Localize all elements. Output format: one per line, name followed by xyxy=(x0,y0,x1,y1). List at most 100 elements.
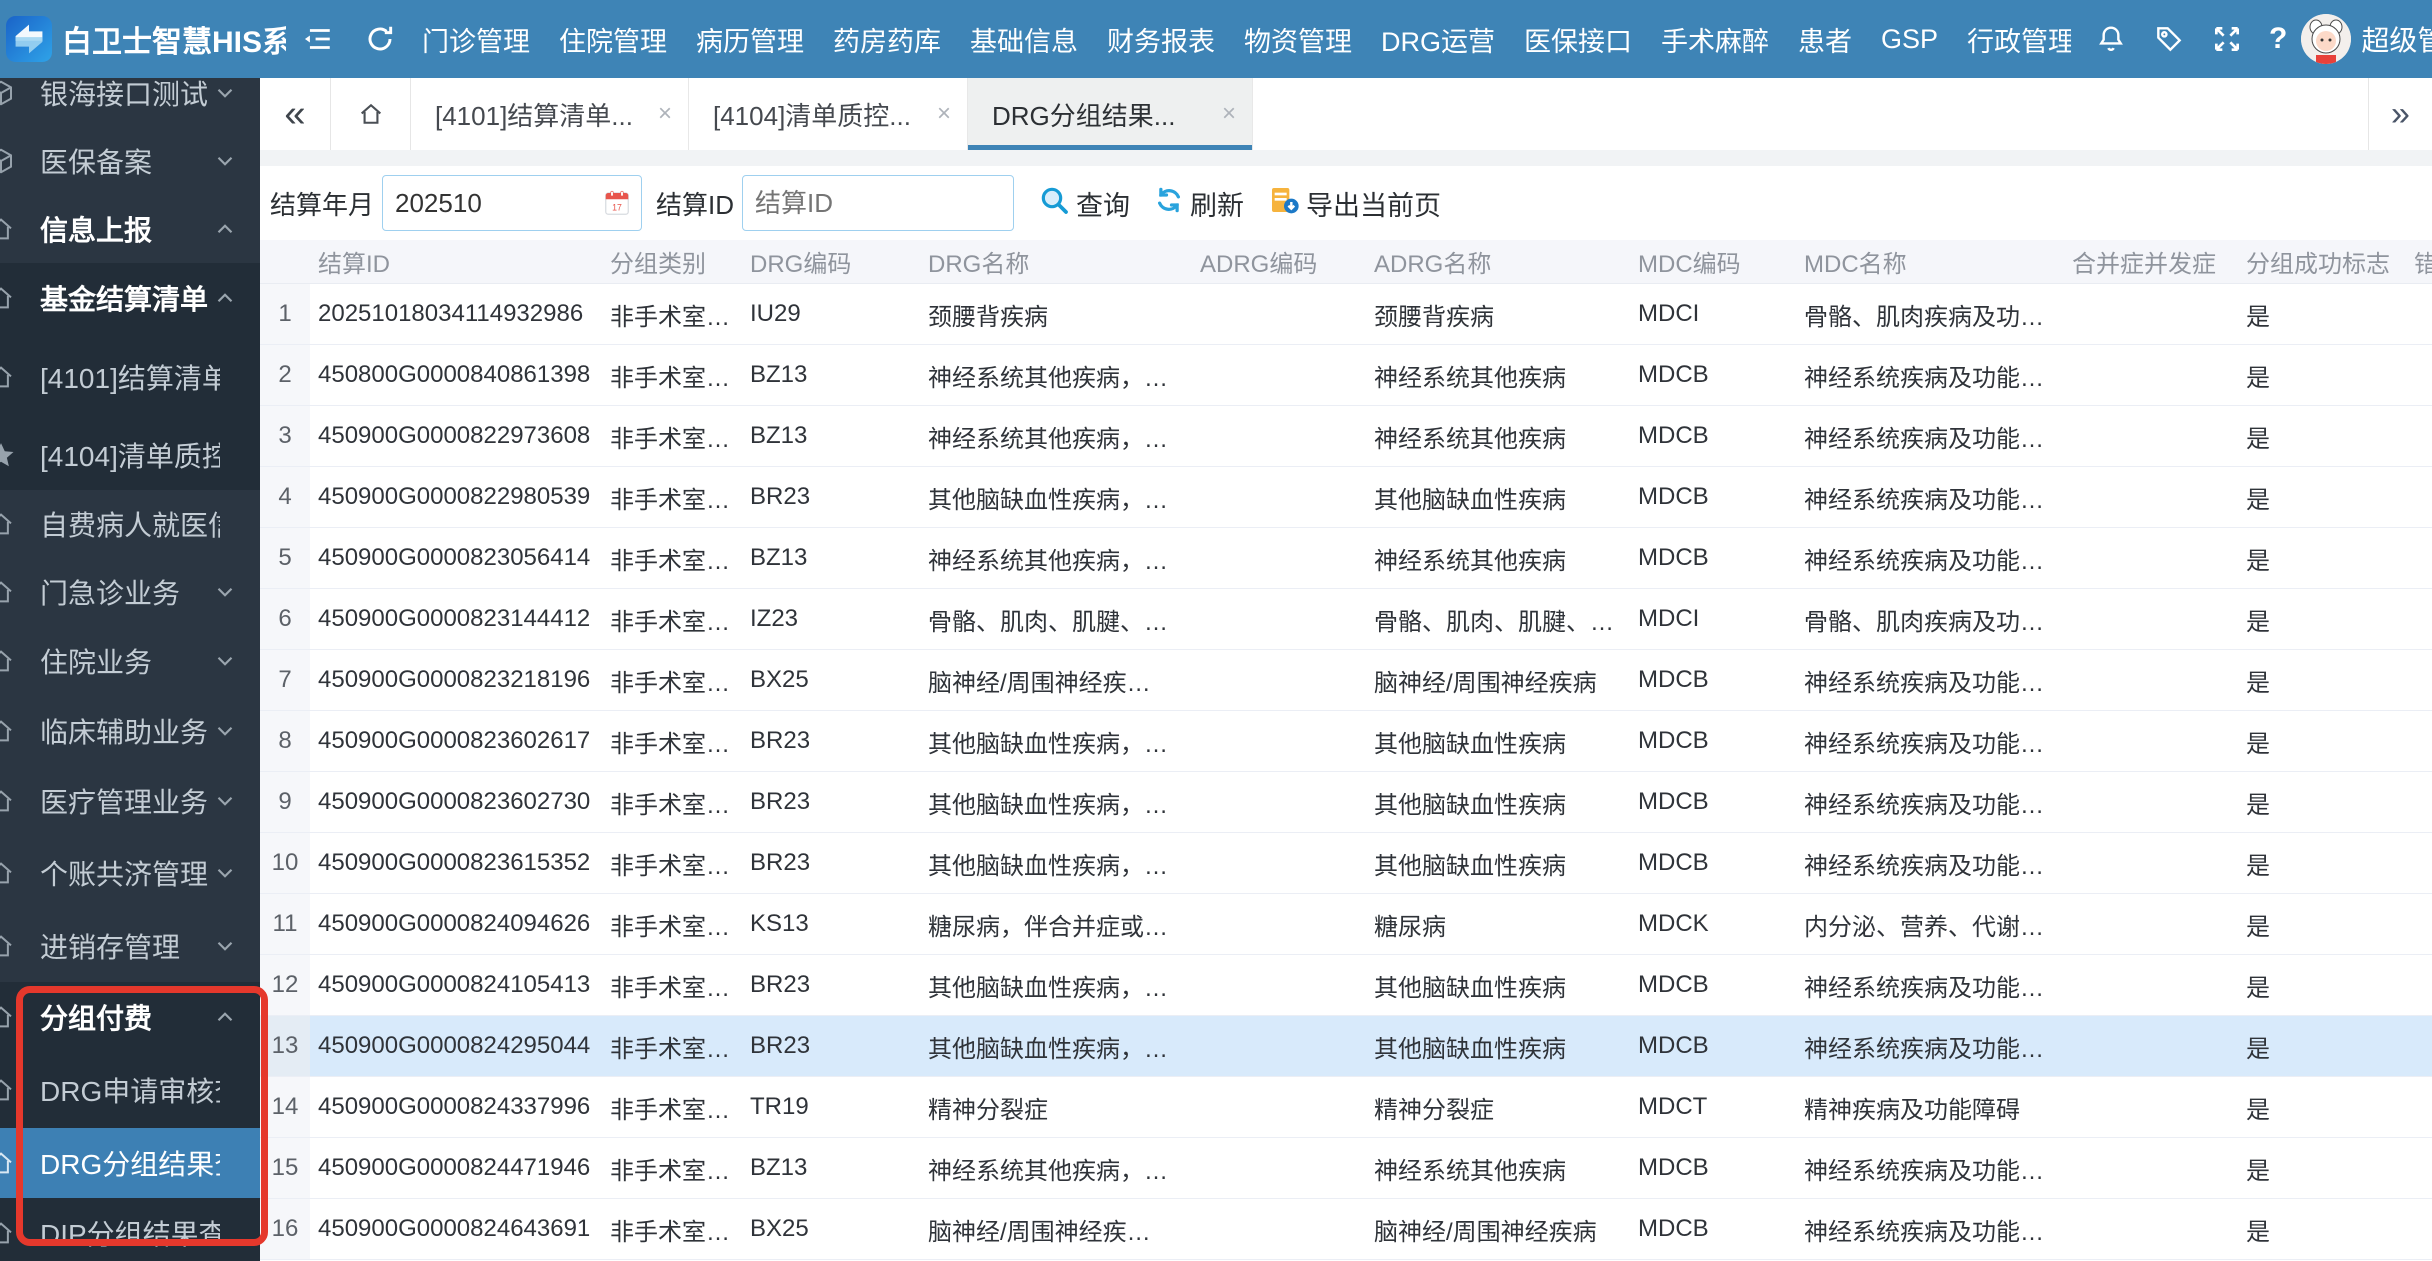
topnav-item-11[interactable]: GSP xyxy=(1881,24,1938,55)
tag-icon[interactable] xyxy=(2153,23,2185,55)
sidebar-item-0[interactable]: 银海接口测试 xyxy=(0,78,260,127)
tabs-overflow-icon[interactable]: » xyxy=(2368,78,2432,150)
topnav-item-9[interactable]: 手术麻醉 xyxy=(1661,20,1769,59)
tab-label: DRG分组结果... xyxy=(992,96,1175,133)
table-row[interactable]: 9450900G0000823602730非手术室…BR23其他脑缺血性疾病，…… xyxy=(260,772,2432,833)
sidebar-item-2[interactable]: 信息上报 xyxy=(0,195,260,263)
sidebar-item-3[interactable]: 基金结算清单 xyxy=(0,263,260,333)
table-row[interactable]: 2450800G0000840861398非手术室…BZ13神经系统其他疾病，…… xyxy=(260,345,2432,406)
table-row[interactable]: 14450900G0000824337996非手术室…TR19精神分裂症精神分裂… xyxy=(260,1077,2432,1138)
sidebar-item-14[interactable]: DRG申请审核查询 xyxy=(0,1052,260,1128)
user-avatar[interactable] xyxy=(2301,14,2351,64)
topnav-item-7[interactable]: DRG运营 xyxy=(1381,20,1495,59)
topnav-item-12[interactable]: 行政管理 xyxy=(1967,20,2071,59)
main-area: « [4101]结算清单...×[4104]清单质控...×DRG分组结果...… xyxy=(260,78,2432,1261)
table-row[interactable]: 7450900G0000823218196非手术室…BX25脑神经/周围神经疾…… xyxy=(260,650,2432,711)
table-cell: 脑神经/周围神经疾病 xyxy=(1366,663,1630,698)
table-cell: 非手术室… xyxy=(602,785,742,820)
table-cell: MDCB xyxy=(1630,1215,1796,1243)
tab-close-icon[interactable]: × xyxy=(1222,100,1236,128)
refresh-button[interactable]: 刷新 xyxy=(1154,184,1244,223)
sidebar-item-11[interactable]: 个账共济管理 xyxy=(0,836,260,910)
topnav-item-1[interactable]: 住院管理 xyxy=(559,20,667,59)
settle-id-input[interactable] xyxy=(742,175,1014,231)
box-icon xyxy=(0,146,20,176)
chevron-down-icon xyxy=(212,648,238,674)
username-label[interactable]: 超级管理员 xyxy=(2361,19,2432,59)
table-row[interactable]: 120251018034114932986非手术室…IU29颈腰背疾病颈腰背疾病… xyxy=(260,284,2432,345)
sidebar-item-15[interactable]: DRG分组结果查询 xyxy=(0,1128,260,1198)
sidebar-item-13[interactable]: 分组付费 xyxy=(0,982,260,1052)
table-cell: 是 xyxy=(2238,541,2406,576)
fullscreen-icon[interactable] xyxy=(2211,23,2243,55)
table-cell: MDCI xyxy=(1630,300,1796,328)
topnav-item-6[interactable]: 物资管理 xyxy=(1244,20,1352,59)
table-row[interactable]: 10450900G0000823615352非手术室…BR23其他脑缺血性疾病，… xyxy=(260,833,2432,894)
notifications-bell-icon[interactable] xyxy=(2095,23,2127,55)
topnav-item-8[interactable]: 医保接口 xyxy=(1524,20,1632,59)
row-number-cell: 2 xyxy=(260,345,310,405)
topnav-item-10[interactable]: 患者 xyxy=(1798,20,1852,59)
table-cell: 脑神经/周围神经疾… xyxy=(920,663,1192,698)
table-cell: MDCT xyxy=(1630,1093,1796,1121)
chevron-down-icon xyxy=(212,718,238,744)
calendar-icon[interactable]: 17 xyxy=(602,188,632,223)
home-tab-icon[interactable] xyxy=(330,78,411,150)
tab-close-icon[interactable]: × xyxy=(658,100,672,128)
table-cell: TR19 xyxy=(742,1093,920,1121)
sidebar-item-12[interactable]: 进销存管理 xyxy=(0,910,260,982)
table-cell: 是 xyxy=(2238,602,2406,637)
export-page-button[interactable]: 导出当前页 xyxy=(1268,184,1441,223)
table-cell: 非手术室… xyxy=(602,480,742,515)
topnav-item-5[interactable]: 财务报表 xyxy=(1107,20,1215,59)
table-row[interactable]: 5450900G0000823056414非手术室…BZ13神经系统其他疾病，…… xyxy=(260,528,2432,589)
sidebar-item-6[interactable]: 自费病人就医信息 xyxy=(0,490,260,558)
table-cell: BX25 xyxy=(742,666,920,694)
tab-bar: « [4101]结算清单...×[4104]清单质控...×DRG分组结果...… xyxy=(260,78,2432,150)
tabbar-spacer xyxy=(1253,78,2368,150)
topnav-item-3[interactable]: 药房药库 xyxy=(833,20,941,59)
table-row[interactable]: 11450900G0000824094626非手术室…KS13糖尿病，伴合并症或… xyxy=(260,894,2432,955)
table-row[interactable]: 16450900G0000824643691非手术室…BX25脑神经/周围神经疾… xyxy=(260,1199,2432,1260)
sidebar-item-1[interactable]: 医保备案 xyxy=(0,127,260,195)
tab-0[interactable]: [4101]结算清单...× xyxy=(411,78,689,150)
table-row[interactable]: 15450900G0000824471946非手术室…BZ13神经系统其他疾病，… xyxy=(260,1138,2432,1199)
sidebar-item-8[interactable]: 住院业务 xyxy=(0,626,260,696)
table-cell: 神经系统其他疾病 xyxy=(1366,358,1630,393)
tab-close-icon[interactable]: × xyxy=(937,100,951,128)
table-row[interactable]: 12450900G0000824105413非手术室…BR23其他脑缺血性疾病，… xyxy=(260,955,2432,1016)
house-icon xyxy=(0,577,20,607)
sidebar-item-10[interactable]: 医疗管理业务 xyxy=(0,766,260,836)
tab-2[interactable]: DRG分组结果... × xyxy=(968,78,1253,150)
table-row[interactable]: 13450900G0000824295044非手术室…BR23其他脑缺血性疾病，… xyxy=(260,1016,2432,1077)
sidebar-item-4[interactable]: [4101]结算清单... xyxy=(0,333,260,420)
table-row[interactable]: 8450900G0000823602617非手术室…BR23其他脑缺血性疾病，…… xyxy=(260,711,2432,772)
sidebar-fold-icon[interactable] xyxy=(300,22,334,56)
row-number-cell: 4 xyxy=(260,467,310,527)
page-refresh-icon[interactable] xyxy=(364,23,396,55)
topnav-item-0[interactable]: 门诊管理 xyxy=(422,20,530,59)
house-icon xyxy=(0,1148,20,1178)
table-row[interactable]: 6450900G0000823144412非手术室…IZ23骨骼、肌肉、肌腱、…… xyxy=(260,589,2432,650)
row-number-cell: 11 xyxy=(260,894,310,954)
sidebar-item-7[interactable]: 门急诊业务 xyxy=(0,558,260,626)
help-icon[interactable]: ? xyxy=(2269,22,2287,56)
table-cell: 非手术室… xyxy=(602,419,742,454)
tab-1[interactable]: [4104]清单质控...× xyxy=(689,78,968,150)
sidebar-item-16[interactable]: DIP分组结果查询 xyxy=(0,1198,260,1261)
table-cell: 脑神经/周围神经疾… xyxy=(920,1212,1192,1247)
table-cell: 其他脑缺血性疾病 xyxy=(1366,785,1630,820)
refresh-icon xyxy=(1154,185,1184,222)
sidebar-item-9[interactable]: 临床辅助业务 xyxy=(0,696,260,766)
tabs-collapse-icon[interactable]: « xyxy=(260,78,330,150)
table-row[interactable]: 3450900G0000822973608非手术室…BZ13神经系统其他疾病，…… xyxy=(260,406,2432,467)
query-button[interactable]: 查询 xyxy=(1038,184,1130,223)
topnav-item-2[interactable]: 病历管理 xyxy=(696,20,804,59)
topnav-item-4[interactable]: 基础信息 xyxy=(970,20,1078,59)
sidebar-item-5[interactable]: [4104]清单质控... xyxy=(0,420,260,490)
chevron-down-icon xyxy=(212,933,238,959)
export-button-label: 导出当前页 xyxy=(1306,184,1441,223)
sidebar-item-label: 个账共济管理 xyxy=(40,853,208,893)
table-row[interactable]: 4450900G0000822980539非手术室…BR23其他脑缺血性疾病，…… xyxy=(260,467,2432,528)
table-cell: 是 xyxy=(2238,724,2406,759)
